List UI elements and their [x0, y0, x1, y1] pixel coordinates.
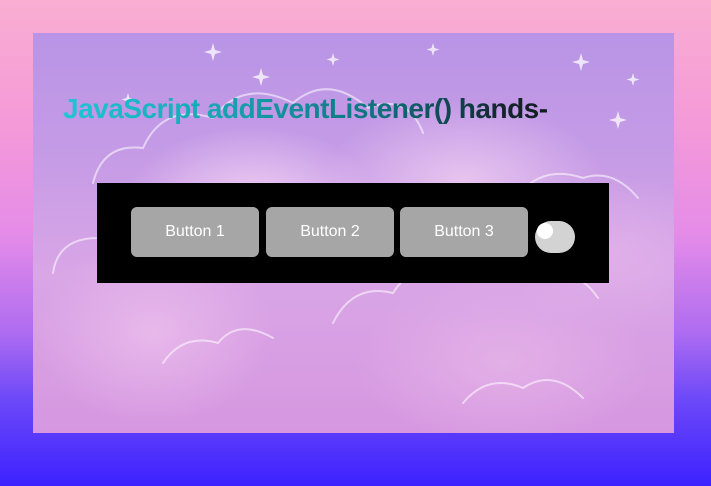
button-3[interactable]: Button 3 — [400, 207, 528, 257]
toggle-switch[interactable] — [535, 221, 575, 253]
toggle-knob — [537, 223, 553, 239]
button-1[interactable]: Button 1 — [131, 207, 259, 257]
button-panel: Button 1 Button 2 Button 3 — [97, 183, 609, 283]
page-title: JavaScript addEventListener() hands- — [63, 93, 548, 124]
content-card: JavaScript addEventListener() hands- But… — [33, 33, 674, 433]
button-2[interactable]: Button 2 — [266, 207, 394, 257]
